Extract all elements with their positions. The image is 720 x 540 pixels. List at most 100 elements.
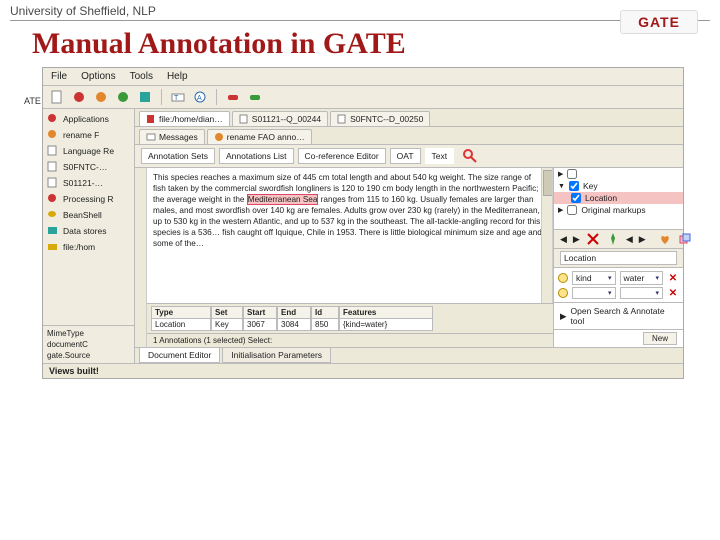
feature-key-dropdown[interactable]: ▾ xyxy=(572,287,616,299)
document-text[interactable]: This species reaches a maximum size of 4… xyxy=(147,168,553,303)
gear-red-icon xyxy=(47,193,59,205)
new-set-button[interactable]: New xyxy=(643,332,677,345)
sidebar-item-datastores[interactable]: Data stores xyxy=(43,223,134,239)
menu-file[interactable]: File xyxy=(51,71,67,82)
expander-icon[interactable]: ▶ xyxy=(558,206,563,214)
sidebar-item-applications[interactable]: Applications xyxy=(43,111,134,127)
annotation-row[interactable]: Location Key 3067 3084 850 {kind=water} xyxy=(151,319,549,331)
btn-oat[interactable]: OAT xyxy=(390,148,421,164)
sidebar-label: Applications xyxy=(63,114,109,124)
expander-icon[interactable]: ▼ xyxy=(558,183,565,190)
disk-icon xyxy=(47,225,59,237)
tab-label: S0FNTC--D_00250 xyxy=(350,114,423,124)
scrollbar-vertical[interactable] xyxy=(541,168,552,303)
tab-messages[interactable]: Messages xyxy=(139,129,205,144)
gear-green-icon[interactable] xyxy=(115,89,131,105)
gear-orange-icon[interactable] xyxy=(93,89,109,105)
btn-text[interactable]: Text xyxy=(425,148,455,164)
sidebar-item-rename[interactable]: rename F xyxy=(43,127,134,143)
pill-red-icon[interactable] xyxy=(225,89,241,105)
col-type[interactable]: Type xyxy=(151,306,211,319)
heart-icon[interactable] xyxy=(658,232,672,246)
resource-tree: Applications rename F Language Re S0FNTC… xyxy=(43,109,135,363)
set-default[interactable]: ▶ xyxy=(554,168,683,180)
menu-bar: File Options Tools Help xyxy=(43,68,683,86)
document-tabs: file:/home/dian… S01121--Q_00244 S0FNTC-… xyxy=(135,109,683,127)
open-search-annotate[interactable]: ▶ Open Search & Annotate tool xyxy=(554,302,683,329)
set-checkbox[interactable] xyxy=(567,169,577,179)
bullet-icon xyxy=(558,288,568,298)
tab-document-editor[interactable]: Document Editor xyxy=(139,348,220,363)
tab-init-params[interactable]: Initialisation Parameters xyxy=(222,348,331,363)
overlap-icon[interactable] xyxy=(678,232,692,246)
panel-toolbar: Annotation Sets Annotations List Co-refe… xyxy=(135,145,683,168)
sidebar-item-doc2[interactable]: S01121-… xyxy=(43,175,134,191)
menu-options[interactable]: Options xyxy=(81,71,115,82)
sidebar-item-filehome[interactable]: file:/hom xyxy=(43,239,134,255)
gutter xyxy=(135,168,147,347)
pin-icon[interactable] xyxy=(606,232,620,246)
sidebar-label: S01121-… xyxy=(63,178,103,188)
remove-feature-icon[interactable]: ✕ xyxy=(667,272,679,284)
nav-prev-icon[interactable]: ◀ xyxy=(560,234,567,245)
page-icon xyxy=(239,114,249,124)
menu-tools[interactable]: Tools xyxy=(130,71,153,82)
tab-label: rename FAO anno… xyxy=(227,132,305,142)
cell-end: 3084 xyxy=(277,319,311,331)
msg-icon xyxy=(146,132,156,142)
col-id[interactable]: Id xyxy=(311,306,339,319)
annie-icon[interactable]: A xyxy=(192,89,208,105)
feature-key-dropdown[interactable]: kind▾ xyxy=(572,271,616,285)
nav-next2-icon[interactable]: ▶ xyxy=(639,234,646,245)
dd-text: water xyxy=(624,273,645,283)
new-doc-icon[interactable] xyxy=(49,89,65,105)
set-label: Key xyxy=(583,181,598,191)
tab-label: Messages xyxy=(159,132,198,142)
delete-icon[interactable] xyxy=(586,232,600,246)
feature-value-dropdown[interactable]: water▾ xyxy=(620,271,664,285)
nav-prev2-icon[interactable]: ◀ xyxy=(626,234,633,245)
sidebar-item-language[interactable]: Language Re xyxy=(43,143,134,159)
tab-doc0[interactable]: file:/home/dian… xyxy=(139,111,230,126)
doc-icon xyxy=(47,145,59,157)
dd-text: kind xyxy=(576,273,592,283)
menu-help[interactable]: Help xyxy=(167,71,188,82)
col-start[interactable]: Start xyxy=(243,306,277,319)
gear-red-icon[interactable] xyxy=(71,89,87,105)
feature-value-dropdown[interactable]: ▾ xyxy=(620,287,664,299)
type-checkbox[interactable] xyxy=(571,193,581,203)
disk-icon[interactable] xyxy=(137,89,153,105)
sidebar-label: S0FNTC-… xyxy=(63,162,107,172)
pill-green-icon[interactable] xyxy=(247,89,263,105)
token-icon[interactable]: T xyxy=(170,89,186,105)
remove-feature-icon[interactable]: ✕ xyxy=(667,287,679,299)
nav-next-icon[interactable]: ▶ xyxy=(573,234,580,245)
sidebar-item-processing[interactable]: Processing R xyxy=(43,191,134,207)
col-set[interactable]: Set xyxy=(211,306,243,319)
sidebar-item-beanshell[interactable]: BeanShell xyxy=(43,207,134,223)
set-checkbox[interactable] xyxy=(567,205,577,215)
annotation-highlight-location[interactable]: Mediterranean Sea xyxy=(247,194,319,205)
col-features[interactable]: Features xyxy=(339,306,433,319)
btn-annotation-sets[interactable]: Annotation Sets xyxy=(141,148,215,164)
set-key[interactable]: ▼ Key xyxy=(554,180,683,192)
set-checkbox[interactable] xyxy=(569,181,579,191)
folder-icon xyxy=(47,241,59,253)
search-icon[interactable] xyxy=(462,148,478,164)
tab-doc2[interactable]: S0FNTC--D_00250 xyxy=(330,111,430,126)
sidebar-item-doc1[interactable]: S0FNTC-… xyxy=(43,159,134,175)
prop-key: MimeType xyxy=(47,329,84,338)
expander-icon: ▶ xyxy=(560,311,567,322)
btn-annotations-list[interactable]: Annotations List xyxy=(219,148,293,164)
tab-doc1[interactable]: S01121--Q_00244 xyxy=(232,111,328,126)
cell-set: Key xyxy=(211,319,243,331)
expander-icon[interactable]: ▶ xyxy=(558,170,563,178)
col-end[interactable]: End xyxy=(277,306,311,319)
set-original[interactable]: ▶Original markups xyxy=(554,204,683,216)
annotation-type-field[interactable]: Location xyxy=(560,251,677,265)
cell-features: {kind=water} xyxy=(339,319,433,331)
btn-coreference[interactable]: Co-reference Editor xyxy=(298,148,386,164)
tab-rename-fao[interactable]: rename FAO anno… xyxy=(207,129,312,144)
chevron-down-icon: ▾ xyxy=(655,289,659,297)
type-location[interactable]: Location xyxy=(554,192,683,204)
